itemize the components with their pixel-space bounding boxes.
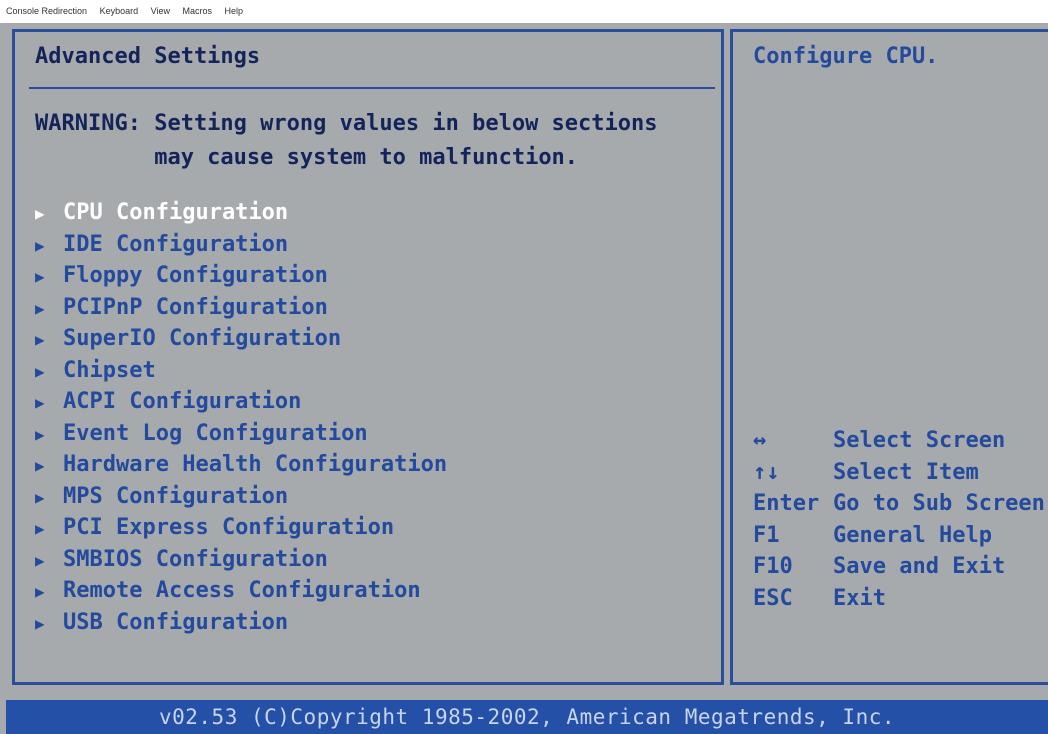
menu-help[interactable]: Help: [219, 6, 248, 16]
menu-item-hardware-health-configuration[interactable]: ▶ Hardware Health Configuration: [35, 449, 447, 481]
warning-line-1: WARNING: Setting wrong values in below s…: [35, 111, 658, 136]
menu-item-usb-configuration[interactable]: ▶ USB Configuration: [35, 607, 447, 639]
key-legend-row: ↔ Select Screen: [753, 425, 1045, 457]
panel-divider: [721, 29, 724, 685]
triangle-right-icon: ▶: [35, 550, 45, 570]
bios-screen: Advanced Settings WARNING: Setting wrong…: [6, 23, 1048, 693]
triangle-right-icon: ▶: [35, 582, 45, 601]
triangle-right-icon: ▶: [35, 424, 45, 444]
key-name: ↔: [753, 428, 767, 453]
menu-item-superio-configuration[interactable]: ▶ SuperIO Configuration: [35, 323, 447, 355]
menu-item-label: PCIPnP Configuration: [63, 294, 328, 320]
triangle-right-icon: ▶: [35, 487, 45, 507]
key-legend-row: F1 General Help: [753, 520, 1045, 552]
main-panel: Advanced Settings WARNING: Setting wrong…: [12, 29, 724, 685]
key-name: ESC: [753, 585, 793, 611]
copyright-footer: v02.53 (C)Copyright 1985-2002, American …: [6, 700, 1048, 734]
warning-text: WARNING: Setting wrong values in below s…: [35, 107, 658, 175]
key-action: Save and Exit: [833, 554, 1006, 579]
key-action: Select Screen: [833, 428, 1006, 453]
key-legend-row: ESC Exit: [753, 583, 1045, 615]
menu-item-ide-configuration[interactable]: ▶ IDE Configuration: [35, 229, 447, 261]
menu-item-acpi-configuration[interactable]: ▶ ACPI Configuration: [35, 386, 447, 418]
settings-menu: ▶ CPU Configuration ▶ IDE Configuration ▶ Flo…: [35, 197, 447, 638]
menu-view[interactable]: View: [145, 6, 174, 16]
menu-item-label: SuperIO Configuration: [63, 326, 342, 351]
menu-item-cpu-configuration[interactable]: ▶ CPU Configuration: [35, 197, 447, 229]
menu-item-floppy-configuration[interactable]: ▶ Floppy Configuration: [35, 260, 447, 292]
menu-item-label: Hardware Health Configuration: [63, 452, 448, 477]
menu-console-redirection[interactable]: Console Redirection: [0, 6, 91, 16]
help-panel: Configure CPU. ↔ Select Screen ↑↓ Select It…: [730, 29, 1048, 685]
menu-item-label: USB Configuration: [63, 609, 289, 635]
menu-macros[interactable]: Macros: [176, 6, 216, 16]
triangle-right-icon: ▶: [35, 361, 45, 381]
key-legend-row: ↑↓ Select Item: [753, 457, 1045, 489]
menu-item-label: SMBIOS Configuration: [63, 546, 328, 572]
menu-item-mps-configuration[interactable]: ▶ MPS Configuration: [35, 481, 447, 513]
triangle-right-icon: ▶: [35, 330, 45, 349]
menu-item-label: MPS Configuration: [63, 483, 289, 509]
menu-item-event-log-configuration[interactable]: ▶ Event Log Configuration: [35, 418, 447, 450]
key-name: Enter: [753, 491, 820, 516]
menu-item-label: IDE Configuration: [63, 231, 289, 257]
menu-item-label: Chipset: [63, 357, 156, 383]
key-name: ↑↓: [753, 459, 780, 485]
menu-item-smbios-configuration[interactable]: ▶ SMBIOS Configuration: [35, 544, 447, 576]
key-action: General Help: [833, 522, 992, 548]
menu-item-label: Event Log Configuration: [63, 420, 368, 446]
menu-item-remote-access-configuration[interactable]: ▶ Remote Access Configuration: [35, 575, 447, 607]
triangle-right-icon: ▶: [35, 519, 45, 538]
menu-item-pci-express-configuration[interactable]: ▶ PCI Express Configuration: [35, 512, 447, 544]
triangle-right-icon: ▶: [35, 235, 45, 255]
menu-item-label: CPU Configuration: [63, 200, 289, 225]
key-legend-row: Enter Go to Sub Screen: [753, 488, 1045, 520]
key-action: Select Item: [833, 459, 979, 485]
menu-item-label: PCI Express Configuration: [63, 515, 395, 540]
key-action: Exit: [833, 585, 886, 611]
item-help-text: Configure CPU.: [753, 44, 939, 69]
key-name: F10: [753, 554, 793, 579]
key-action: Go to Sub Screen: [833, 491, 1045, 516]
page-title: Advanced Settings: [35, 44, 261, 69]
menu-item-label: Remote Access Configuration: [63, 578, 421, 603]
key-legend: ↔ Select Screen ↑↓ Select Item Enter Go to Su…: [753, 425, 1045, 614]
key-legend-row: F10 Save and Exit: [753, 551, 1045, 583]
triangle-right-icon: ▶: [35, 204, 45, 223]
menu-keyboard[interactable]: Keyboard: [94, 6, 143, 16]
triangle-right-icon: ▶: [35, 298, 45, 318]
triangle-right-icon: ▶: [35, 267, 45, 286]
viewer-menubar: Console Redirection Keyboard View Macros…: [0, 0, 1048, 23]
menu-item-chipset[interactable]: ▶ Chipset: [35, 355, 447, 387]
triangle-right-icon: ▶: [35, 613, 45, 633]
triangle-right-icon: ▶: [35, 393, 45, 412]
menu-item-label: Floppy Configuration: [63, 263, 328, 288]
title-divider: [29, 87, 715, 89]
triangle-right-icon: ▶: [35, 456, 45, 475]
key-name: F1: [753, 522, 780, 548]
warning-line-2: may cause system to malfunction.: [35, 145, 579, 170]
menu-item-pcipnp-configuration[interactable]: ▶ PCIPnP Configuration: [35, 292, 447, 324]
menu-item-label: ACPI Configuration: [63, 389, 302, 414]
